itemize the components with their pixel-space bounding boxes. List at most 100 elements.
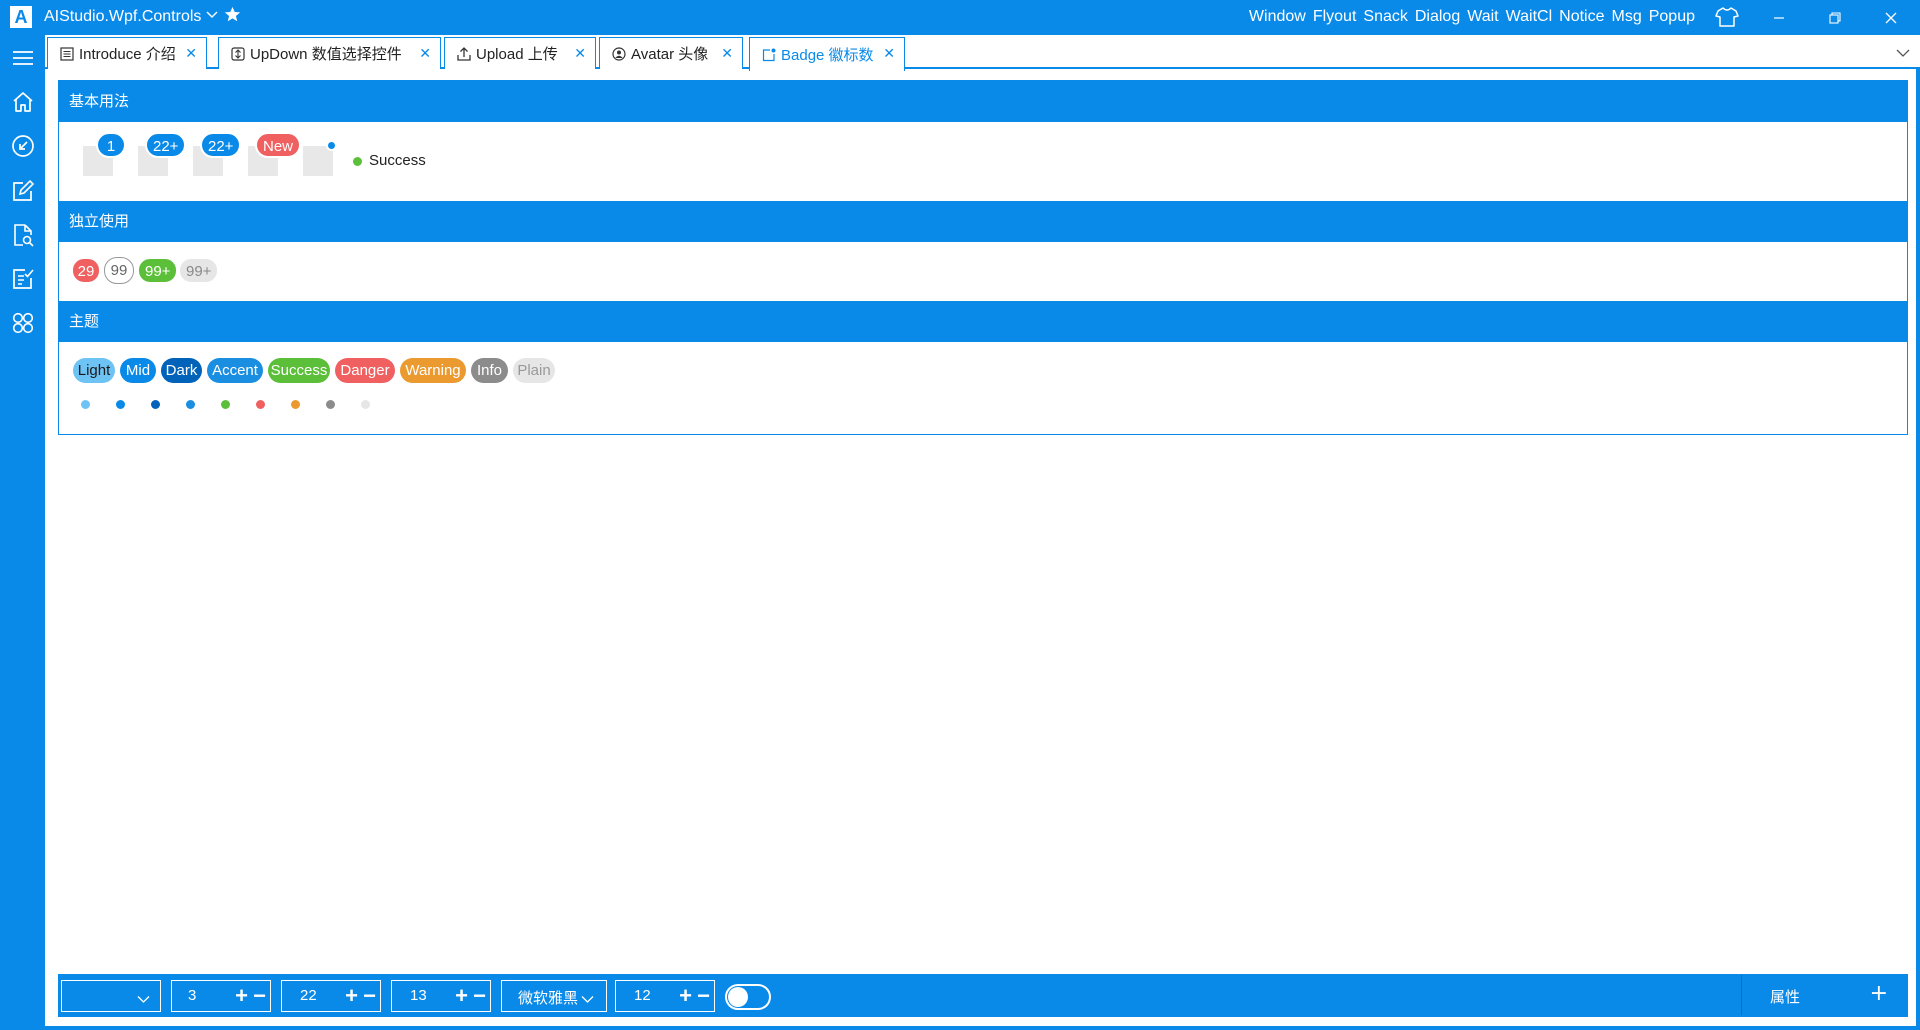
numeric-updown-3[interactable]: 13 + − [391, 980, 491, 1012]
tab-label: Avatar 头像 [631, 46, 709, 63]
close-icon[interactable]: ✕ [185, 45, 197, 62]
title-menu: Window Flyout Snack Dialog Wait WaitCl N… [1249, 8, 1695, 26]
theme-dot-mid [116, 400, 125, 409]
tab-upload[interactable]: Upload 上传 ✕ [444, 37, 596, 69]
tab-introduce[interactable]: Introduce 介绍 ✕ [47, 37, 207, 69]
app-logo: A [10, 6, 32, 28]
chevron-down-icon [581, 991, 594, 1008]
numeric-value: 13 [410, 987, 427, 1004]
count-badge: 22+ [200, 132, 242, 158]
theme-dropdown[interactable] [61, 980, 161, 1012]
close-icon[interactable]: ✕ [419, 45, 431, 62]
minus-icon[interactable]: − [473, 983, 486, 1009]
tab-label: UpDown 数值选择控件 [250, 46, 402, 63]
numeric-value: 22 [300, 987, 317, 1004]
minus-icon[interactable]: − [253, 983, 266, 1009]
plus-icon[interactable]: + [345, 983, 358, 1009]
minus-icon[interactable]: − [363, 983, 376, 1009]
avatar-icon [612, 46, 628, 62]
theme-pill-info: Info [471, 358, 508, 383]
document-icon [60, 46, 76, 62]
menu-popup[interactable]: Popup [1649, 8, 1695, 26]
menu-snack[interactable]: Snack [1363, 8, 1407, 26]
menu-wait[interactable]: Wait [1467, 8, 1498, 26]
theme-pill-plain: Plain [513, 358, 555, 383]
tab-strip: Introduce 介绍 ✕ UpDown 数值选择控件 ✕ Upload 上传… [45, 35, 1920, 71]
left-sidebar [0, 35, 45, 1030]
numeric-value: 3 [188, 987, 197, 1004]
theme-pill-mid: Mid [120, 358, 156, 383]
theme-dot-warning [291, 400, 300, 409]
theme-pill-danger: Danger [335, 358, 395, 383]
close-icon[interactable]: ✕ [574, 45, 586, 62]
status-text: Success [369, 152, 426, 169]
numeric-value: 12 [634, 987, 651, 1004]
tab-label: Upload 上传 [476, 46, 558, 63]
minimize-button[interactable] [1756, 0, 1802, 35]
menu-waitcl[interactable]: WaitCl [1506, 8, 1553, 26]
theme-dot-danger [256, 400, 265, 409]
tabs-overflow-chevron-icon[interactable] [1896, 43, 1910, 62]
tab-avatar[interactable]: Avatar 头像 ✕ [599, 37, 743, 69]
theme-dot-plain [361, 400, 370, 409]
standalone-badge: 29 [71, 257, 101, 284]
section-header-theme: 主题 [59, 301, 1907, 342]
plus-icon: + [1869, 981, 1888, 1006]
status-dot [353, 157, 362, 166]
close-button[interactable] [1868, 0, 1914, 35]
theme-dot-success [221, 400, 230, 409]
tab-badge[interactable]: Badge 徽标数 ✕ [749, 37, 905, 71]
apps-icon[interactable] [10, 310, 35, 335]
font-size-updown[interactable]: 12 + − [615, 980, 715, 1012]
toggle-switch[interactable] [725, 984, 771, 1010]
properties-label: 属性 [1770, 988, 1801, 1006]
theme-pill-accent: Accent [207, 358, 263, 383]
tab-label: Introduce 介绍 [79, 46, 176, 63]
updown-icon [231, 46, 247, 62]
theme-dot-accent [186, 400, 195, 409]
home-icon[interactable] [10, 89, 35, 114]
star-icon[interactable] [224, 6, 241, 28]
edit-icon[interactable] [10, 178, 35, 203]
properties-button[interactable]: 属性 + [1741, 975, 1906, 1015]
theme-pill-success: Success [268, 358, 330, 383]
restore-button[interactable] [1812, 0, 1858, 35]
chevron-down-icon[interactable] [206, 9, 218, 23]
toggle-knob [728, 987, 748, 1007]
count-badge: 1 [96, 132, 126, 158]
window-border-bottom [45, 1026, 1920, 1030]
chevron-down-icon [137, 991, 150, 1008]
close-icon[interactable]: ✕ [721, 45, 733, 62]
tab-updown[interactable]: UpDown 数值选择控件 ✕ [218, 37, 441, 69]
theme-pill-light: Light [73, 358, 115, 383]
plus-icon[interactable]: + [235, 983, 248, 1009]
app-title: AIStudio.Wpf.Controls [44, 8, 202, 25]
plus-icon[interactable]: + [679, 983, 692, 1009]
section-header-basic: 基本用法 [59, 81, 1907, 122]
menu-flyout[interactable]: Flyout [1313, 8, 1357, 26]
numeric-updown-1[interactable]: 3 + − [171, 980, 271, 1012]
window-border-right [1916, 69, 1920, 1030]
theme-pill-warning: Warning [400, 358, 466, 383]
hamburger-menu-icon[interactable] [10, 45, 35, 70]
theme-dot-light [81, 400, 90, 409]
file-search-icon[interactable] [10, 222, 35, 247]
checklist-icon[interactable] [10, 266, 35, 291]
compass-icon[interactable] [10, 133, 35, 158]
numeric-updown-2[interactable]: 22 + − [281, 980, 381, 1012]
close-icon[interactable]: ✕ [883, 45, 895, 62]
standalone-badge: 99 [104, 257, 134, 284]
title-bar: A AIStudio.Wpf.Controls Window Flyout Sn… [0, 0, 1920, 35]
menu-notice[interactable]: Notice [1559, 8, 1604, 26]
theme-shirt-icon[interactable] [1715, 6, 1739, 28]
tab-label: Badge 徽标数 [781, 47, 874, 64]
plus-icon[interactable]: + [455, 983, 468, 1009]
minus-icon[interactable]: − [697, 983, 710, 1009]
menu-msg[interactable]: Msg [1612, 8, 1642, 26]
font-value: 微软雅黑 [518, 990, 579, 1007]
bottom-toolbar: 3 + − 22 + − 13 + − 微软雅黑 12 + − 属性 + [58, 974, 1908, 1017]
menu-dialog[interactable]: Dialog [1415, 8, 1460, 26]
font-family-dropdown[interactable]: 微软雅黑 [501, 980, 607, 1012]
badge-demo-panel: 基本用法 1 22+ 22+ New Success 独立使用 29 99 99… [58, 80, 1908, 435]
menu-window[interactable]: Window [1249, 8, 1306, 26]
